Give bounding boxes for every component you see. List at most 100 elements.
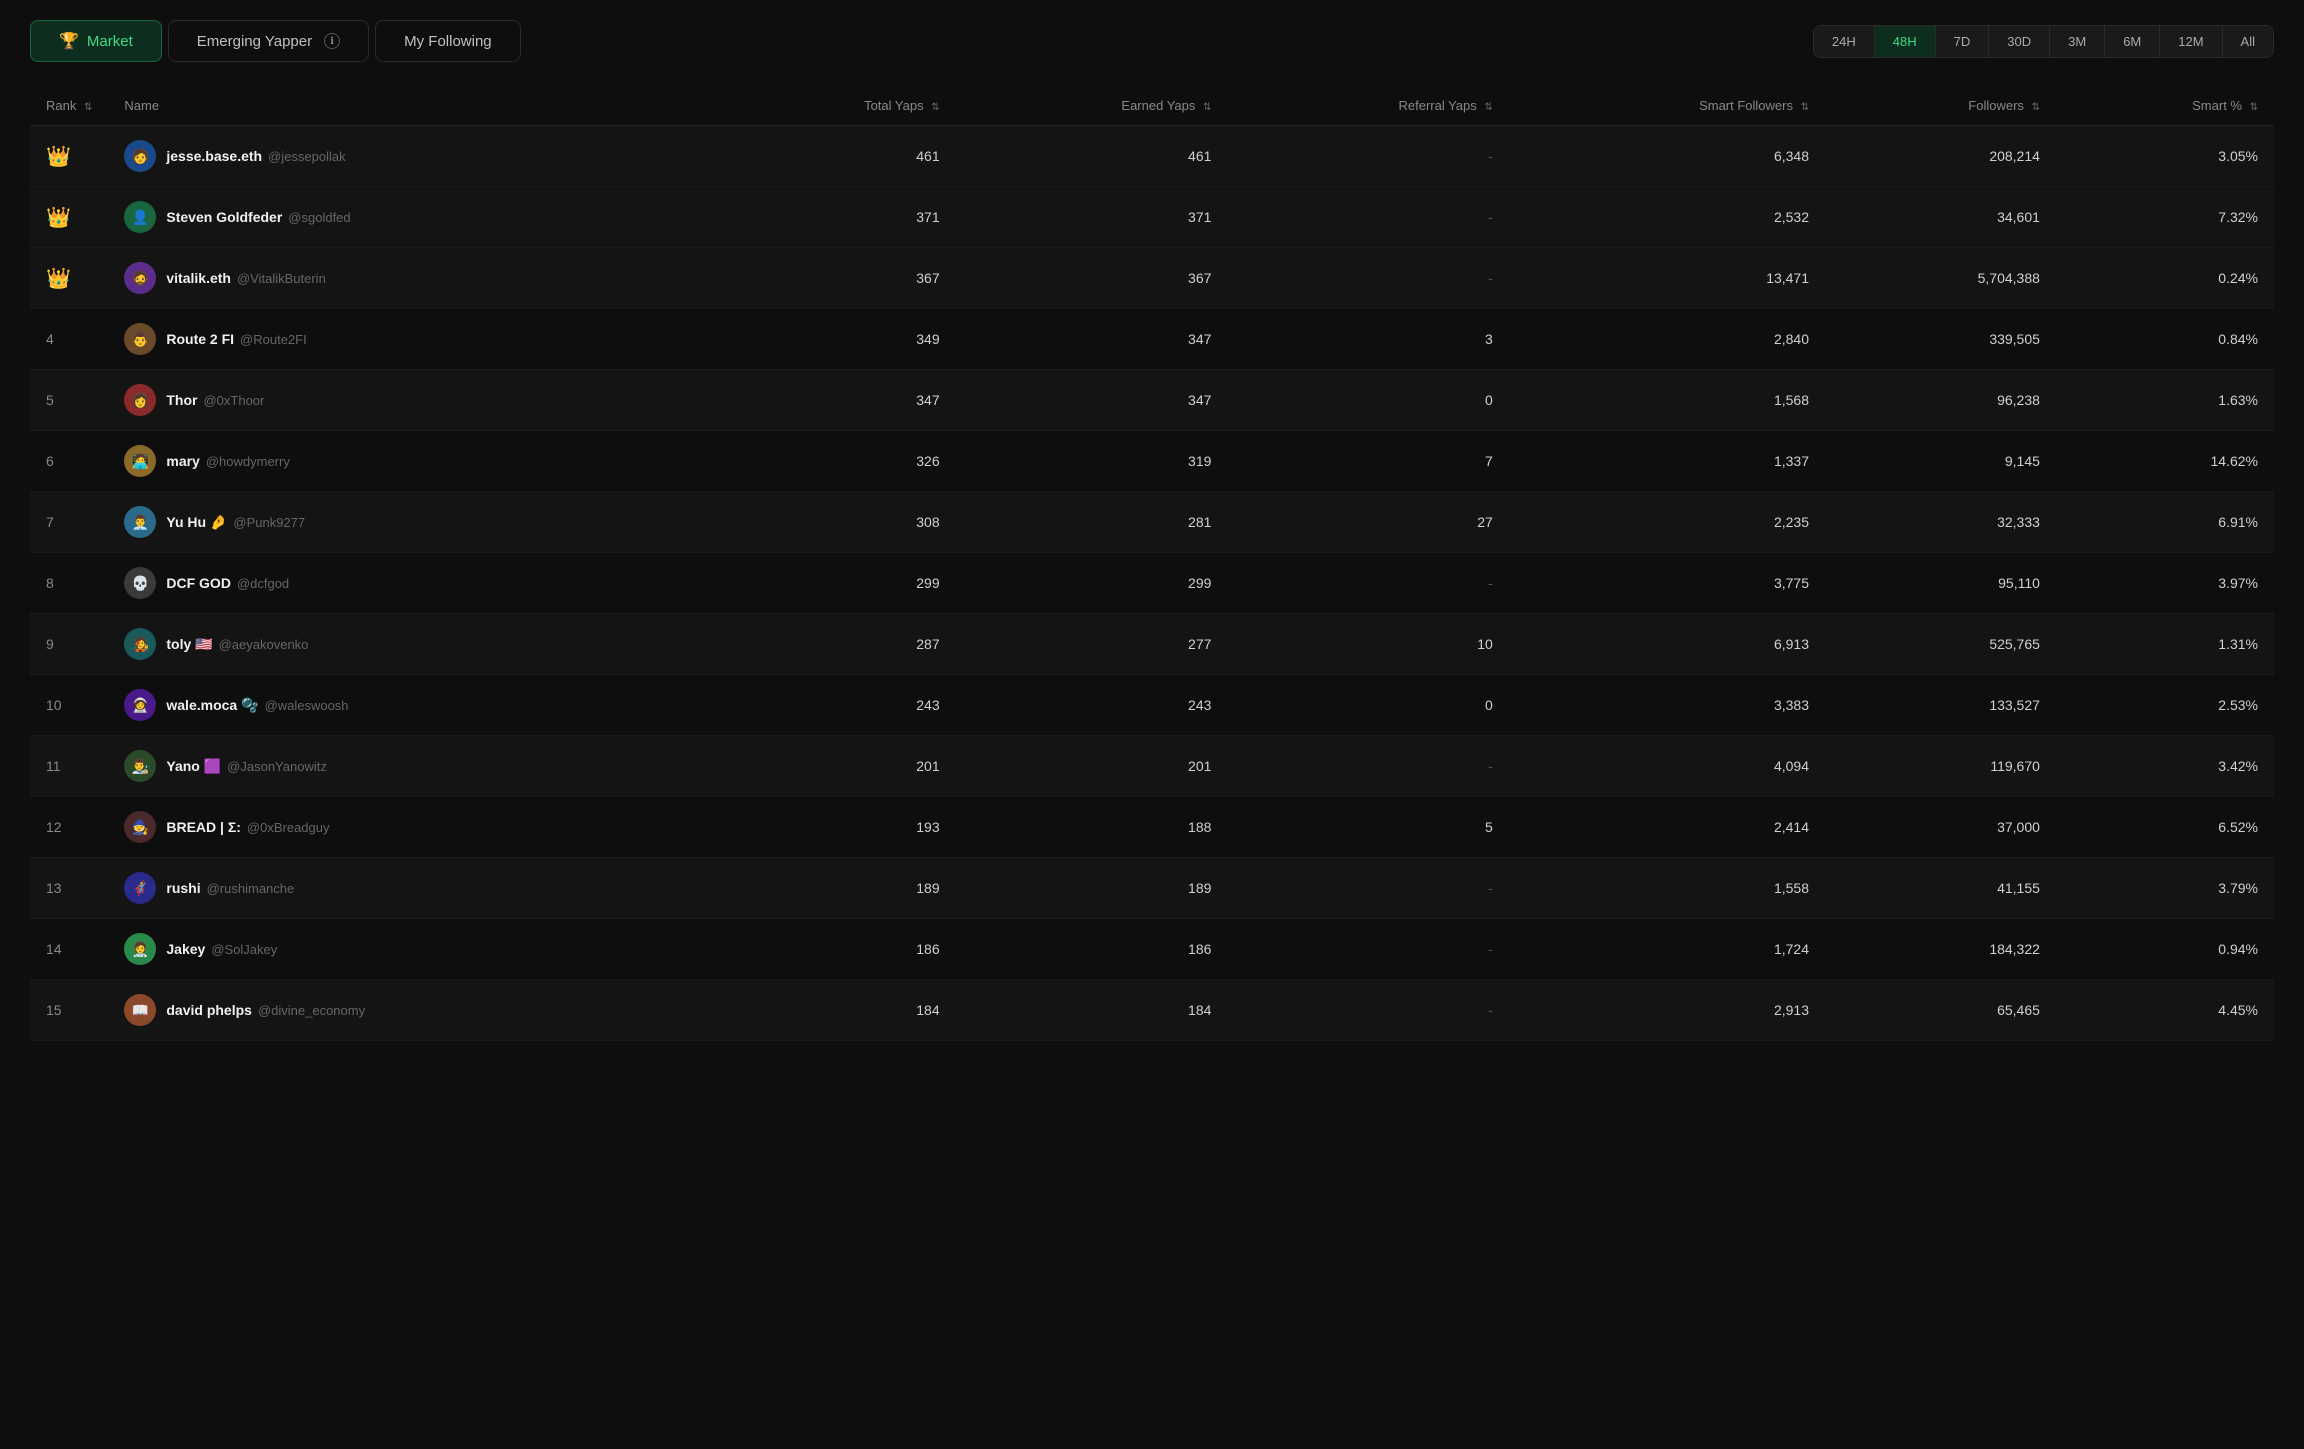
time-all[interactable]: All [2223,26,2273,57]
table-row[interactable]: 13🦸rushi@rushimanche189189-1,55841,1553.… [30,858,2274,919]
time-24h[interactable]: 24H [1814,26,1875,57]
cell-total-yaps: 299 [716,553,956,614]
user-name: wale.moca 🫧@waleswoosh [166,697,348,714]
rank-cell: 13 [30,858,108,919]
user-name: Jakey @SolJakey [166,941,277,957]
name-handle: @JasonYanowitz [227,759,327,774]
cell-followers: 339,505 [1825,309,2056,370]
cell-smart-followers: 1,337 [1509,431,1825,492]
name-cell: 👨‍💼Yu Hu 🤌@Punk9277 [108,492,716,553]
time-12m[interactable]: 12M [2160,26,2222,57]
rank-cell: 👑 [30,126,108,187]
rank-cell: 15 [30,980,108,1041]
col-total-yaps[interactable]: Total Yaps ⇅ [716,86,956,126]
cell-referral-yaps: 10 [1227,614,1508,675]
cell-referral-yaps: - [1227,187,1508,248]
cell-earned-yaps: 184 [956,980,1228,1041]
rank-sort-icon: ⇅ [84,102,92,113]
table-row[interactable]: 9🧑‍🎤toly 🇺🇸@aeyakovenko287277106,913525,… [30,614,2274,675]
name-handle: @SolJakey [211,942,277,957]
tab-following[interactable]: My Following [375,20,521,62]
cell-followers: 9,145 [1825,431,2056,492]
time-6m[interactable]: 6M [2105,26,2160,57]
cell-earned-yaps: 347 [956,309,1228,370]
user-name: Yu Hu 🤌@Punk9277 [166,514,305,531]
table-row[interactable]: 8💀DCF GOD@dcfgod299299-3,77595,1103.97% [30,553,2274,614]
tab-emerging[interactable]: Emerging Yapper ℹ [168,20,369,62]
name-main: Jakey [166,941,205,957]
cell-smart-followers: 1,558 [1509,858,1825,919]
rank-cell: 7 [30,492,108,553]
cell-total-yaps: 201 [716,736,956,797]
rank-cell: 6 [30,431,108,492]
cell-total-yaps: 349 [716,309,956,370]
info-icon[interactable]: ℹ [324,33,340,49]
time-48h[interactable]: 48H [1875,26,1936,57]
col-referral-yaps[interactable]: Referral Yaps ⇅ [1227,86,1508,126]
cell-followers: 5,704,388 [1825,248,2056,309]
rank-cell: 9 [30,614,108,675]
cell-referral-yaps: 3 [1227,309,1508,370]
cell-total-yaps: 347 [716,370,956,431]
table-row[interactable]: 👑👤Steven Goldfeder@sgoldfed371371-2,5323… [30,187,2274,248]
cell-smart-followers: 2,840 [1509,309,1825,370]
name-cell: 🧑jesse.base.eth@jessepollak [108,126,716,187]
col-rank[interactable]: Rank ⇅ [30,86,108,126]
name-handle: @sgoldfed [288,210,350,225]
col-followers[interactable]: Followers ⇅ [1825,86,2056,126]
table-row[interactable]: 10🧑‍🚀wale.moca 🫧@waleswoosh24324303,3831… [30,675,2274,736]
user-name: BREAD | Σ:@0xBreadguy [166,819,329,835]
cell-total-yaps: 186 [716,919,956,980]
table-row[interactable]: 6🧑‍💻mary@howdymerry32631971,3379,14514.6… [30,431,2274,492]
table-row[interactable]: 👑🧑jesse.base.eth@jessepollak461461-6,348… [30,126,2274,187]
col-smart-pct[interactable]: Smart % ⇅ [2056,86,2274,126]
time-30d[interactable]: 30D [1989,26,2050,57]
cell-smart-pct: 1.31% [2056,614,2274,675]
name-handle: @0xBreadguy [247,820,330,835]
user-name: Thor@0xThoor [166,392,264,408]
name-main: Steven Goldfeder [166,209,282,225]
name-cell: 🧙BREAD | Σ:@0xBreadguy [108,797,716,858]
tab-market[interactable]: 🏆 Market [30,20,162,62]
user-name: Steven Goldfeder @sgoldfed [166,209,350,225]
cell-followers: 32,333 [1825,492,2056,553]
cell-referral-yaps: 7 [1227,431,1508,492]
avatar: 🧔 [124,262,156,294]
cell-earned-yaps: 461 [956,126,1228,187]
cell-earned-yaps: 201 [956,736,1228,797]
cell-smart-pct: 0.24% [2056,248,2274,309]
top-bar: 🏆 Market Emerging Yapper ℹ My Following … [30,20,2274,62]
cell-total-yaps: 326 [716,431,956,492]
table-row[interactable]: 12🧙BREAD | Σ:@0xBreadguy19318852,41437,0… [30,797,2274,858]
dash: - [1488,270,1493,286]
cell-smart-pct: 6.91% [2056,492,2274,553]
table-row[interactable]: 15📖david phelps@divine_economy184184-2,9… [30,980,2274,1041]
cell-referral-yaps: 0 [1227,675,1508,736]
avatar: 🧑‍💻 [124,445,156,477]
time-3m[interactable]: 3M [2050,26,2105,57]
table-row[interactable]: 👑🧔vitalik.eth@VitalikButerin367367-13,47… [30,248,2274,309]
cell-smart-followers: 2,414 [1509,797,1825,858]
table-row[interactable]: 4👨Route 2 FI@Route2FI34934732,840339,505… [30,309,2274,370]
total-yaps-sort-icon: ⇅ [931,102,939,113]
col-smart-followers[interactable]: Smart Followers ⇅ [1509,86,1825,126]
cell-referral-yaps: 5 [1227,797,1508,858]
name-handle: @aeyakovenko [219,637,309,652]
cell-smart-pct: 2.53% [2056,675,2274,736]
rank-cell: 👑 [30,187,108,248]
time-7d[interactable]: 7D [1936,26,1990,57]
name-cell: 🦸rushi@rushimanche [108,858,716,919]
tab-market-label: Market [87,33,133,50]
table-row[interactable]: 5👩Thor@0xThoor34734701,56896,2381.63% [30,370,2274,431]
cell-smart-pct: 4.45% [2056,980,2274,1041]
cell-smart-followers: 2,532 [1509,187,1825,248]
crown-icon: 👑 [46,146,71,168]
crown-icon: 👑 [46,268,71,290]
cell-earned-yaps: 367 [956,248,1228,309]
table-row[interactable]: 7👨‍💼Yu Hu 🤌@Punk9277308281272,23532,3336… [30,492,2274,553]
table-row[interactable]: 14🧑‍⚕️Jakey@SolJakey186186-1,724184,3220… [30,919,2274,980]
col-earned-yaps[interactable]: Earned Yaps ⇅ [956,86,1228,126]
cell-total-yaps: 287 [716,614,956,675]
cell-referral-yaps: - [1227,126,1508,187]
table-row[interactable]: 11👨‍🎨Yano 🟪@JasonYanowitz201201-4,094119… [30,736,2274,797]
